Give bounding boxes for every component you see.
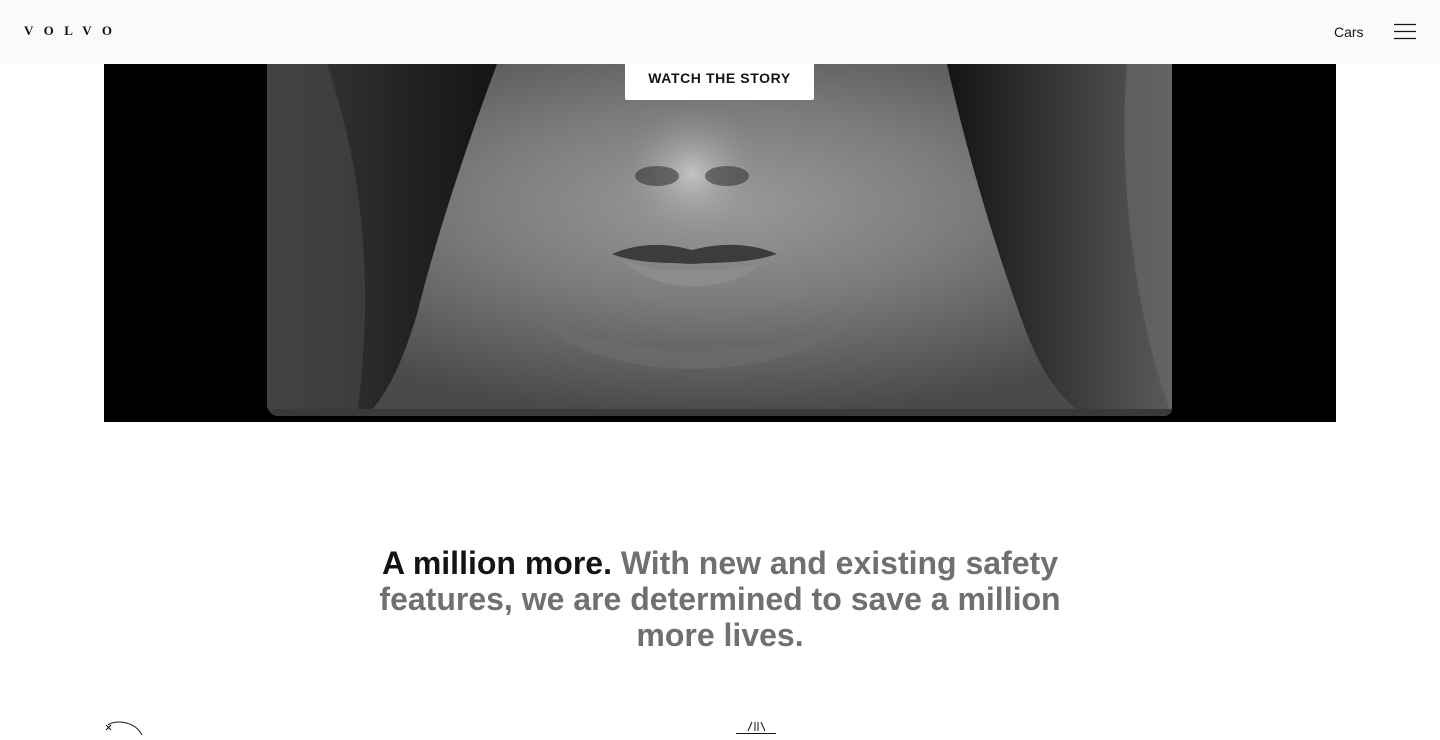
- cars-nav-link[interactable]: Cars: [1334, 23, 1364, 41]
- mission-statement: A million more. With new and existing sa…: [360, 545, 1080, 653]
- volvo-logo[interactable]: VOLVO: [24, 24, 122, 38]
- hero-video-section[interactable]: [104, 64, 1336, 422]
- hero-face-image: [267, 64, 1172, 416]
- road-lanes-icon: [734, 718, 778, 735]
- statement-lead: A million more.: [382, 545, 612, 581]
- circle-line-icon: [104, 719, 144, 736]
- top-navigation-bar: VOLVO Cars: [0, 0, 1440, 64]
- hamburger-menu-icon[interactable]: [1394, 23, 1416, 41]
